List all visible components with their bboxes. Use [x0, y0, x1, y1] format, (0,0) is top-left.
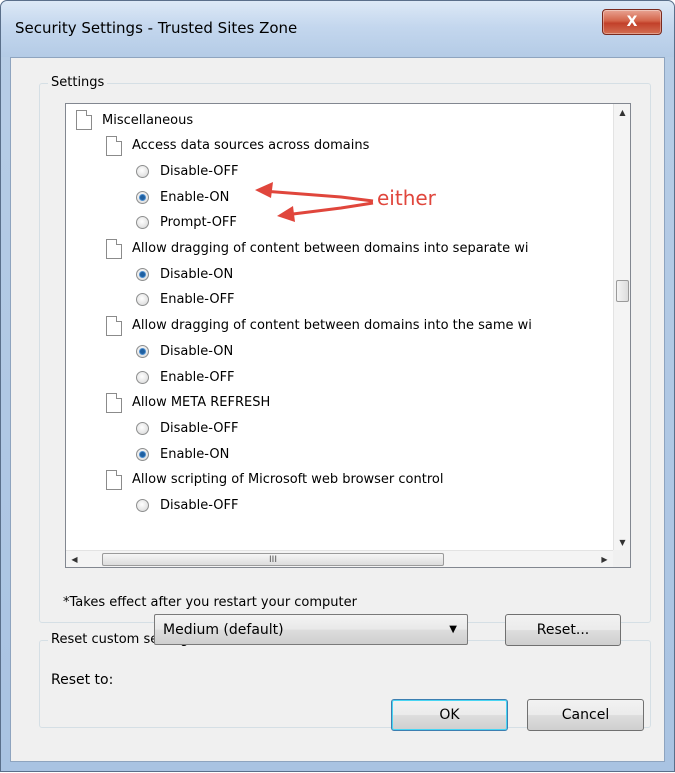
document-icon — [106, 238, 122, 259]
reset-level-select[interactable]: Medium (default) ▼ — [154, 614, 468, 645]
settings-category-header: Miscellaneous — [76, 107, 193, 133]
document-icon — [106, 135, 122, 156]
close-button[interactable]: X — [602, 9, 662, 35]
setting-label: Disable-OFF — [160, 163, 239, 179]
setting-category: Access data sources across domains — [106, 133, 369, 159]
scroll-down-icon[interactable]: ▼ — [614, 534, 630, 551]
setting-label: Enable-OFF — [160, 292, 235, 308]
setting-category: Allow dragging of content between domain… — [106, 313, 532, 339]
setting-option[interactable]: Disable-ON — [136, 261, 233, 287]
setting-label: Disable-ON — [160, 266, 234, 282]
restart-note: *Takes effect after you restart your com… — [63, 595, 357, 610]
radio-unchecked-icon[interactable] — [136, 370, 149, 384]
radio-unchecked-icon[interactable] — [136, 421, 149, 435]
ok-button[interactable]: OK — [391, 699, 508, 731]
scroll-right-icon[interactable]: ▶ — [596, 551, 613, 567]
dialog-client-area: Settings Miscellaneous Access data source… — [10, 57, 665, 762]
annotation-either-text: either — [377, 186, 436, 210]
setting-label: Disable-OFF — [160, 420, 239, 436]
setting-label: Allow scripting of Microsoft web browser… — [132, 472, 444, 488]
setting-category: Allow dragging of content between domain… — [106, 236, 528, 262]
setting-category: Allow scripting of Microsoft web browser… — [106, 467, 443, 493]
reset-to-label: Reset to: — [51, 672, 114, 688]
setting-option[interactable]: Enable-OFF — [136, 364, 235, 390]
document-icon — [106, 315, 122, 336]
security-settings-window: Security Settings - Trusted Sites Zone X… — [0, 0, 675, 772]
setting-option[interactable]: Prompt-OFF — [136, 210, 237, 236]
radio-checked-icon[interactable] — [136, 344, 149, 358]
settings-listbox[interactable]: Miscellaneous Access data sources across … — [65, 103, 631, 568]
cancel-button[interactable]: Cancel — [527, 699, 644, 731]
setting-option[interactable]: Disable-OFF — [136, 493, 238, 519]
setting-category: Allow META REFRESH — [106, 390, 270, 416]
radio-unchecked-icon[interactable] — [136, 216, 149, 230]
setting-option[interactable]: Disable-OFF — [136, 415, 238, 441]
setting-option[interactable]: Enable-ON — [136, 184, 229, 210]
setting-label: Allow dragging of content between domain… — [132, 241, 529, 256]
settings-group-label: Settings — [48, 75, 108, 90]
vertical-scroll-thumb[interactable] — [616, 280, 629, 302]
setting-label: Enable-OFF — [160, 369, 235, 385]
radio-checked-icon[interactable] — [136, 190, 149, 204]
setting-option[interactable]: Disable-OFF — [136, 158, 238, 184]
setting-label: Access data sources across domains — [132, 138, 370, 154]
vertical-scrollbar[interactable]: ▲ ▼ — [613, 104, 630, 551]
title-bar[interactable]: Security Settings - Trusted Sites Zone X — [1, 1, 674, 57]
setting-label: Enable-ON — [160, 446, 230, 462]
radio-checked-icon[interactable] — [136, 267, 149, 281]
reset-button[interactable]: Reset... — [505, 614, 621, 646]
setting-label: Allow dragging of content between domain… — [132, 318, 532, 334]
setting-option[interactable]: Disable-ON — [136, 338, 233, 364]
setting-label: Miscellaneous — [102, 112, 194, 128]
radio-unchecked-icon[interactable] — [136, 164, 149, 178]
scroll-left-icon[interactable]: ◀ — [66, 551, 83, 567]
chevron-down-icon: ▼ — [449, 624, 457, 635]
setting-option[interactable]: Enable-ON — [136, 441, 229, 467]
setting-label: Enable-ON — [160, 189, 230, 205]
radio-checked-icon[interactable] — [136, 447, 149, 461]
setting-label: Allow META REFRESH — [132, 395, 271, 411]
window-title: Security Settings - Trusted Sites Zone — [15, 19, 298, 37]
document-icon — [106, 392, 122, 413]
horizontal-scroll-thumb[interactable]: III — [102, 553, 444, 566]
setting-label: Disable-ON — [160, 343, 234, 359]
setting-label: Prompt-OFF — [160, 215, 237, 231]
document-icon — [106, 469, 122, 490]
radio-unchecked-icon[interactable] — [136, 293, 149, 307]
setting-option[interactable]: Enable-OFF — [136, 287, 235, 313]
radio-unchecked-icon[interactable] — [136, 499, 149, 512]
horizontal-scrollbar[interactable]: ◀ III ▶ — [66, 550, 613, 567]
setting-label: Disable-OFF — [160, 498, 239, 513]
reset-level-value: Medium (default) — [163, 621, 284, 638]
document-icon — [76, 110, 92, 130]
scroll-up-icon[interactable]: ▲ — [614, 104, 630, 121]
scrollbar-corner — [613, 550, 630, 567]
